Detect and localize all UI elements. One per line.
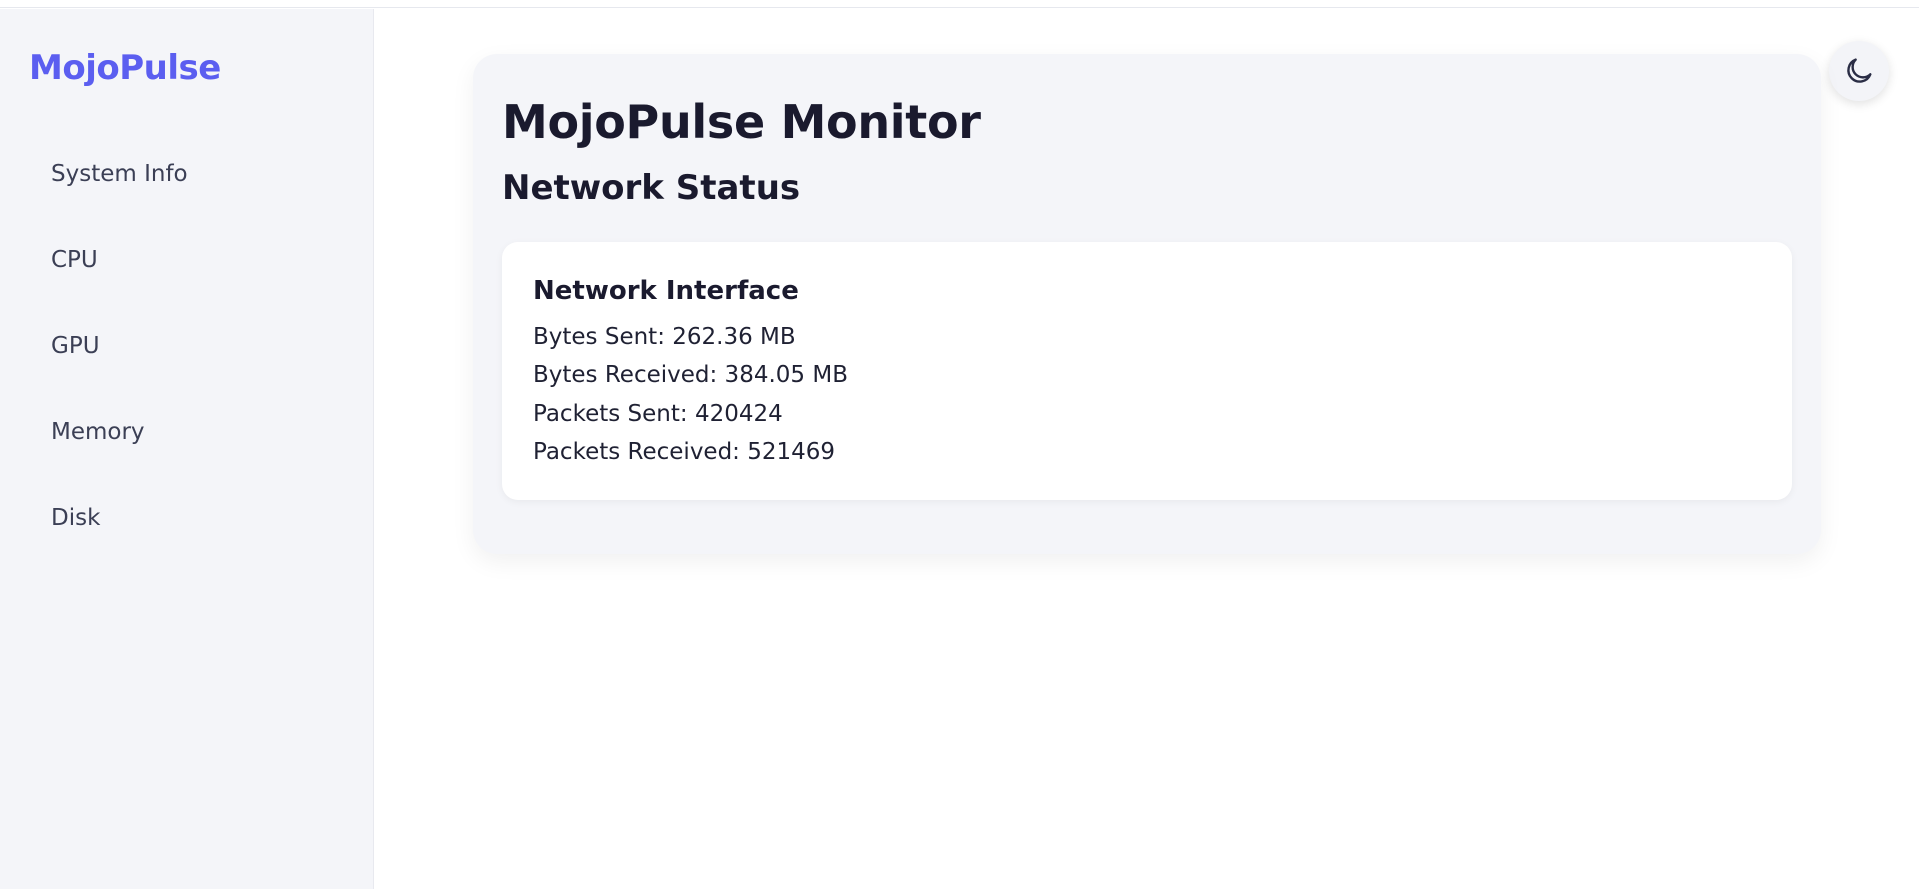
bytes-sent-stat: Bytes Sent: 262.36 MB [533, 324, 796, 350]
moon-icon [1843, 55, 1875, 87]
sidebar-item-system-info[interactable]: System Info [0, 148, 373, 234]
network-interface-card: Network Interface Bytes Sent: 262.36 MB … [502, 242, 1792, 500]
card-title: Network Interface [533, 276, 799, 306]
sidebar: MojoPulse System Info CPU GPU Memory Dis… [0, 9, 374, 889]
sidebar-item-memory[interactable]: Memory [0, 406, 373, 492]
sidebar-item-cpu[interactable]: CPU [0, 234, 373, 320]
brand-logo[interactable]: MojoPulse [29, 48, 221, 88]
sidebar-nav: System Info CPU GPU Memory Disk [0, 148, 373, 578]
bytes-received-stat: Bytes Received: 384.05 MB [533, 362, 848, 388]
sidebar-item-disk[interactable]: Disk [0, 492, 373, 578]
theme-toggle-button[interactable] [1829, 41, 1889, 101]
sidebar-item-gpu[interactable]: GPU [0, 320, 373, 406]
section-title: Network Status [502, 168, 801, 208]
page-title: MojoPulse Monitor [502, 95, 981, 149]
top-border [0, 0, 1919, 8]
main-panel: MojoPulse Monitor Network Status Network… [473, 54, 1821, 554]
packets-sent-stat: Packets Sent: 420424 [533, 401, 783, 427]
packets-received-stat: Packets Received: 521469 [533, 439, 836, 465]
